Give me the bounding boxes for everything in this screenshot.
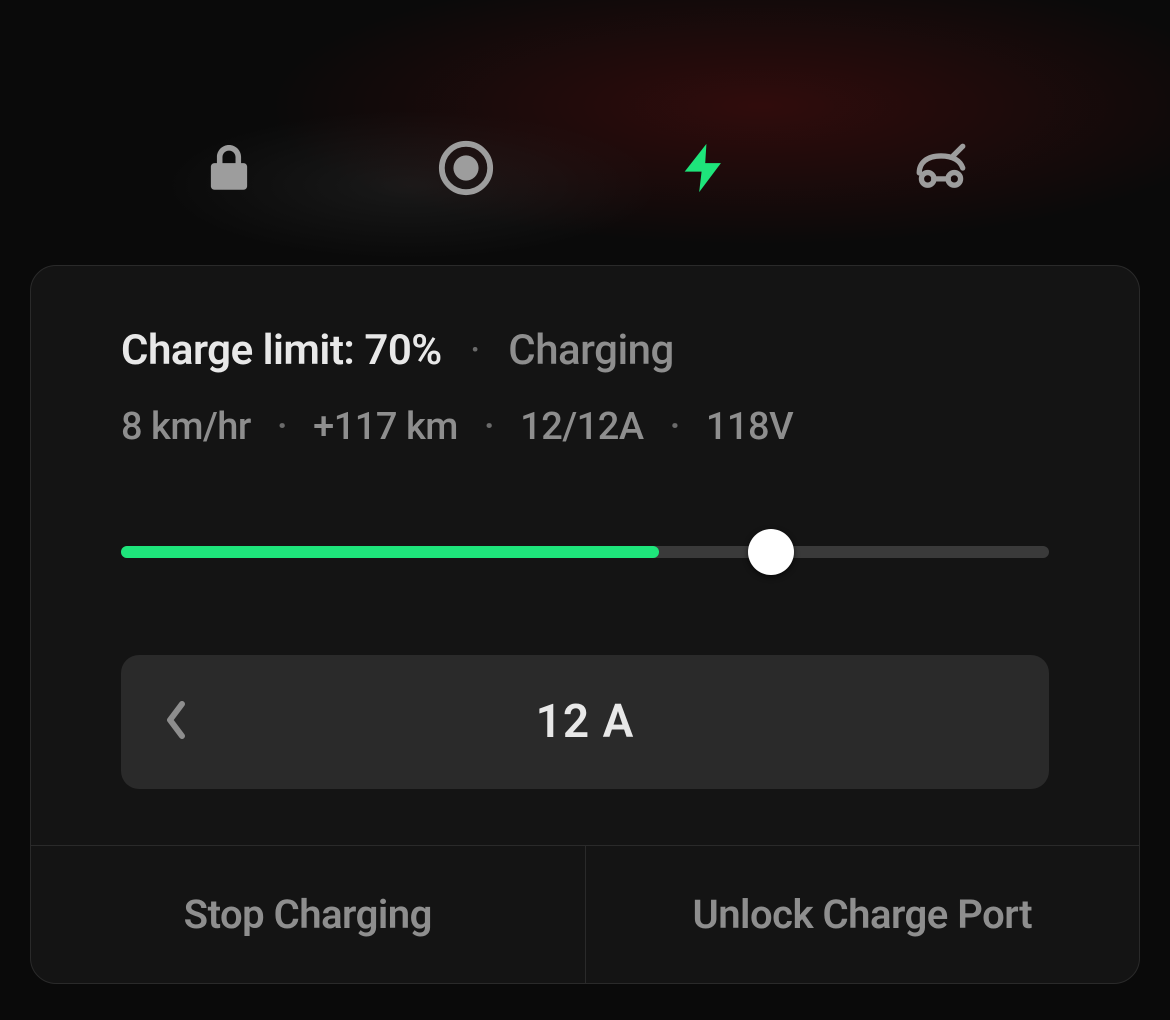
charge-rate: 8 km/hr [121,405,251,449]
tab-frunk[interactable] [906,135,976,205]
unlock-charge-port-button[interactable]: Unlock Charge Port [585,846,1140,983]
separator-dot: · [670,405,680,449]
tab-sentry[interactable] [431,135,501,205]
amp-stepper: 12 A [121,655,1049,789]
chevron-left-icon [163,700,189,744]
charging-card: Charge limit: 70% · Charging 8 km/hr · +… [30,265,1140,984]
tab-charge[interactable] [669,135,739,205]
stop-charging-button[interactable]: Stop Charging [31,846,585,983]
charge-limit-label: Charge limit: 70% [121,326,442,375]
slider-thumb[interactable] [748,529,794,575]
frunk-icon [912,139,970,201]
charge-stats-row: 8 km/hr · +117 km · 12/12A · 118V [121,405,1049,449]
tab-lock[interactable] [194,135,264,205]
separator-dot: · [277,405,287,449]
record-icon [437,139,495,201]
charge-amps: 12/12A [520,405,643,449]
charging-actions: Stop Charging Unlock Charge Port [31,845,1139,983]
charge-added: +117 km [313,405,458,449]
slider-track [121,546,1049,558]
vehicle-hero [0,0,1170,265]
quick-action-tabbar [0,135,1170,205]
charge-voltage: 118V [706,405,793,449]
amp-decrease-button[interactable] [121,655,231,789]
amp-value: 12 A [121,695,1049,749]
slider-fill [121,546,659,558]
charge-limit-slider[interactable] [121,529,1049,575]
charging-card-body: Charge limit: 70% · Charging 8 km/hr · +… [31,266,1139,845]
lock-icon [200,139,258,201]
charge-status: Charging [508,326,674,375]
separator-dot: · [484,405,494,449]
separator-dot: · [470,326,480,375]
bolt-icon [675,139,733,201]
charge-title-row: Charge limit: 70% · Charging [121,326,1049,375]
